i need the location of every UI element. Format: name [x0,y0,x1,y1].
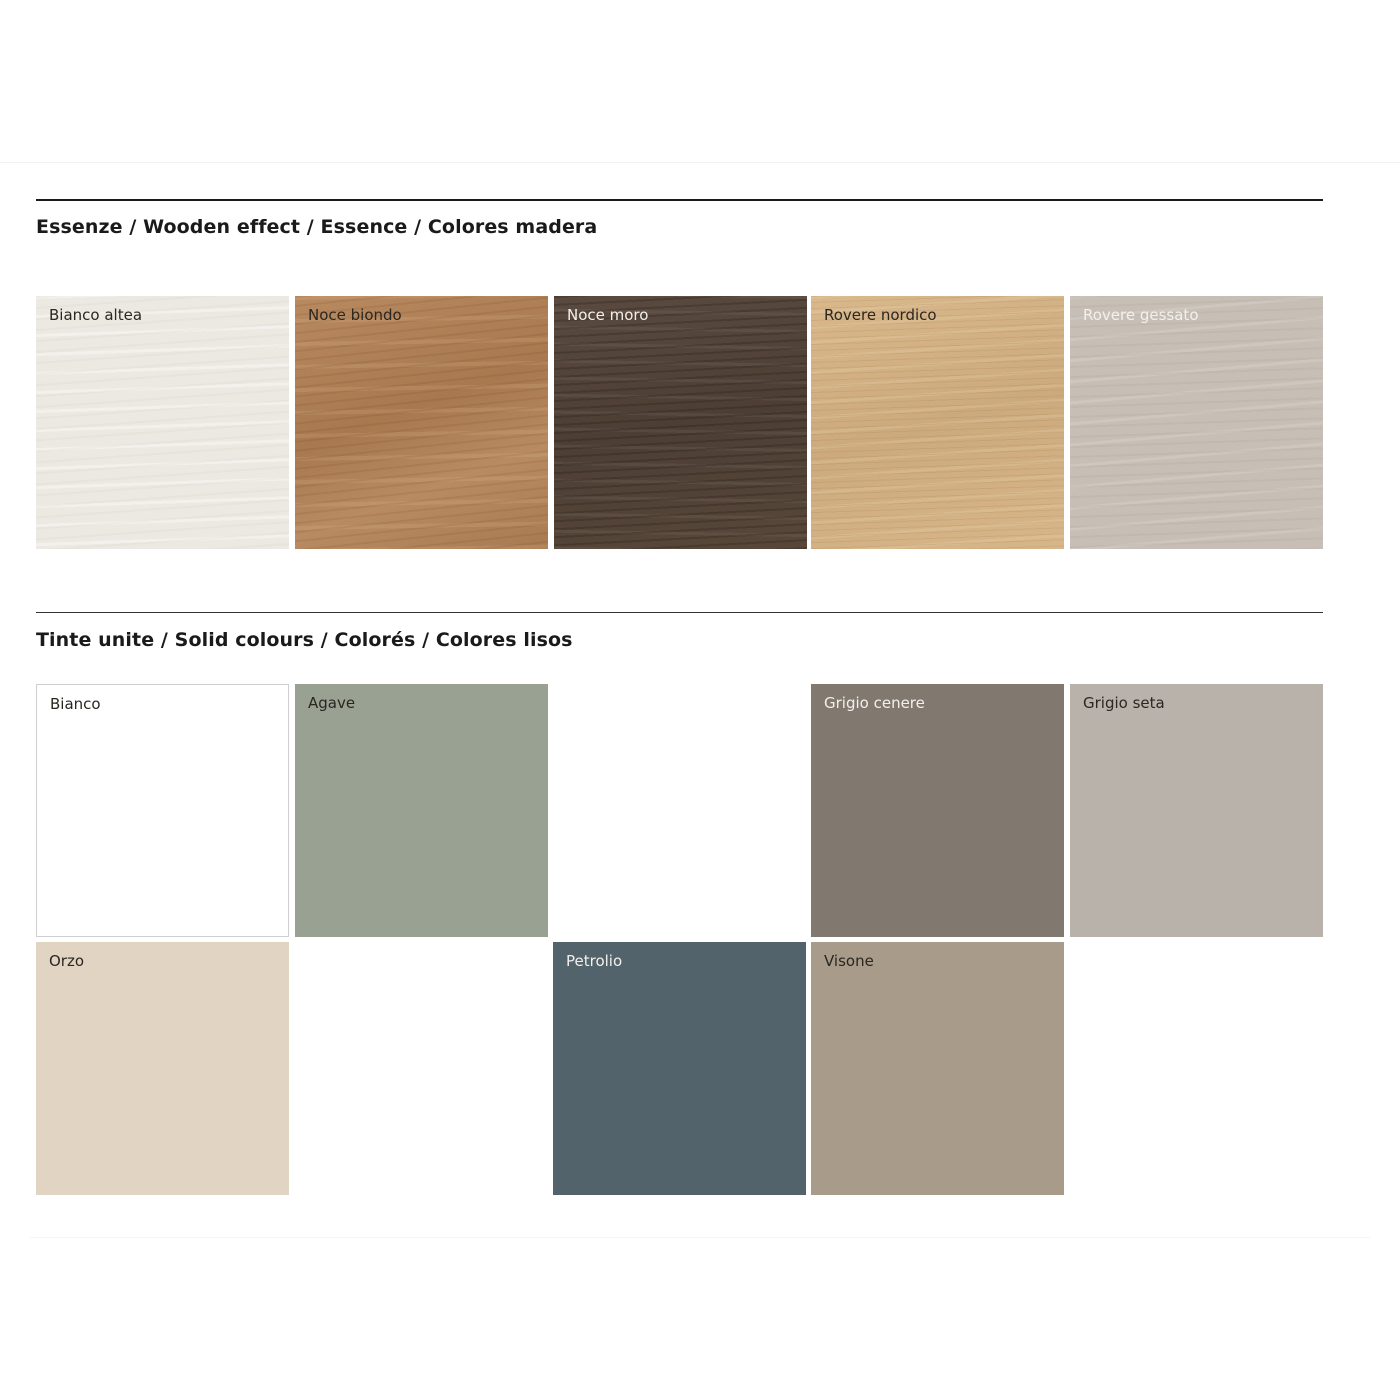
swatch-label: Bianco [50,695,101,713]
swatch-label: Agave [308,694,356,712]
swatch-label: Grigio cenere [824,694,925,712]
swatch-bianco-altea: Bianco altea [36,296,289,549]
section-rule-wood [36,199,1323,201]
swatch-bianco: Bianco [36,684,289,937]
swatch-label: Rovere nordico [824,306,937,324]
section-title-solid: Tinte unite / Solid colours / Colorés / … [36,629,573,651]
swatch-label: Noce moro [567,306,649,324]
swatch-label: Grigio seta [1083,694,1165,712]
swatch-label: Visone [824,952,874,970]
swatch-label: Petrolio [566,952,623,970]
section-title-wood: Essenze / Wooden effect / Essence / Colo… [36,216,598,238]
swatch-visone: Visone [811,942,1064,1195]
swatch-petrolio: Petrolio [553,942,806,1195]
top-divider [0,162,1400,163]
swatch-label: Orzo [49,952,85,970]
swatch-label: Noce biondo [308,306,402,324]
swatch-noce-biondo: Noce biondo [295,296,548,549]
swatch-orzo: Orzo [36,942,289,1195]
swatch-grigio-cenere: Grigio cenere [811,684,1064,937]
color-catalog-page: Essenze / Wooden effect / Essence / Colo… [0,0,1400,1400]
bottom-divider [30,1237,1370,1238]
swatch-noce-moro: Noce moro [554,296,807,549]
swatch-grigio-seta: Grigio seta [1070,684,1323,937]
swatch-agave: Agave [295,684,548,937]
swatch-label: Bianco altea [49,306,143,324]
swatch-rovere-gessato: Rovere gessato [1070,296,1323,549]
swatch-label: Rovere gessato [1083,306,1199,324]
section-rule-solid [36,612,1323,613]
swatch-rovere-nordico: Rovere nordico [811,296,1064,549]
